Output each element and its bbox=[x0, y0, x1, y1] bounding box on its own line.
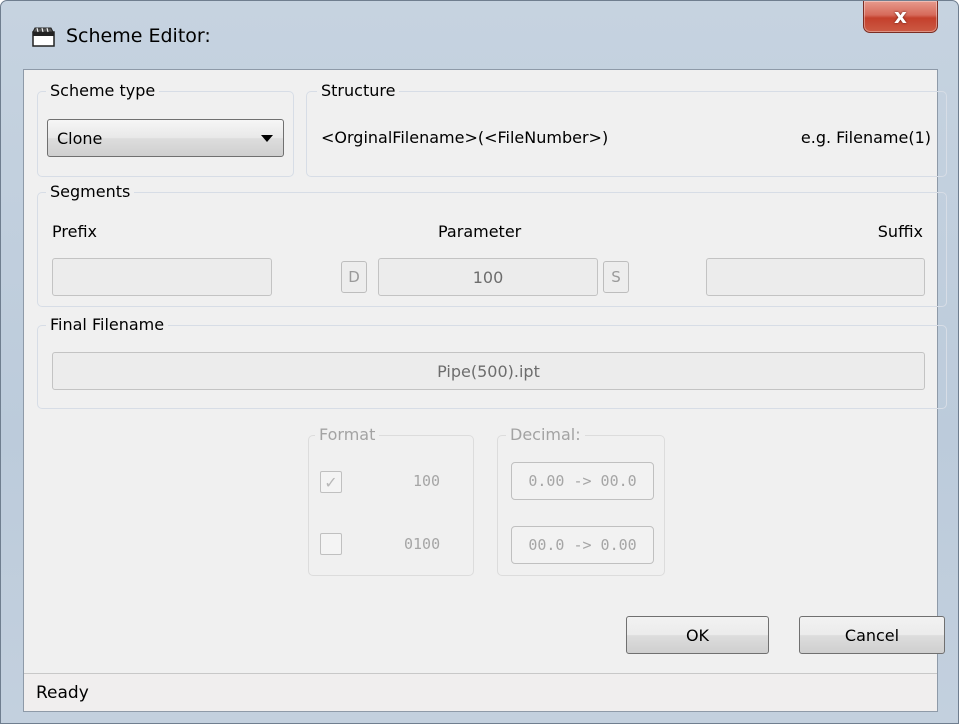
scheme-type-label: Scheme type bbox=[46, 81, 160, 100]
parameter-label: Parameter bbox=[438, 222, 522, 241]
format-checkbox-0100[interactable] bbox=[320, 533, 342, 555]
prefix-input[interactable] bbox=[52, 258, 272, 296]
ok-button[interactable]: OK bbox=[626, 616, 769, 654]
parameter-input[interactable]: 100 bbox=[378, 258, 598, 296]
decimal-option-1[interactable]: 0.00 -> 00.0 bbox=[511, 462, 654, 500]
structure-pattern: <OrginalFilename>(<FileNumber>) bbox=[321, 128, 609, 147]
format-label: Format bbox=[315, 425, 380, 444]
status-text: Ready bbox=[36, 683, 89, 703]
decimal-option-2[interactable]: 00.0 -> 0.00 bbox=[511, 526, 654, 564]
final-filename-field: Pipe(500).ipt bbox=[52, 352, 925, 390]
format-option-100: 100 bbox=[413, 472, 441, 490]
scheme-editor-window: Scheme Editor: x Scheme type Clone Struc… bbox=[0, 0, 959, 724]
close-button[interactable]: x bbox=[863, 1, 938, 33]
cancel-button[interactable]: Cancel bbox=[799, 616, 945, 654]
window-title: Scheme Editor: bbox=[66, 25, 211, 47]
decimal-label: Decimal: bbox=[506, 425, 585, 444]
status-bar: Ready bbox=[24, 673, 937, 711]
decrement-button[interactable]: D bbox=[341, 261, 367, 293]
chevron-down-icon bbox=[261, 135, 273, 142]
scheme-type-dropdown[interactable]: Clone bbox=[47, 119, 284, 157]
format-checkbox-100[interactable]: ✓ bbox=[320, 471, 342, 493]
suffix-label: Suffix bbox=[877, 222, 923, 241]
title-bar[interactable]: Scheme Editor: x bbox=[1, 1, 958, 69]
structure-example: e.g. Filename(1) bbox=[800, 128, 931, 147]
suffix-input[interactable] bbox=[706, 258, 925, 296]
segments-label: Segments bbox=[46, 182, 135, 201]
dialog-body: Scheme type Clone Structure <OrginalFile… bbox=[23, 69, 947, 712]
format-option-0100: 0100 bbox=[404, 535, 441, 553]
close-icon: x bbox=[894, 3, 907, 28]
scheme-type-value: Clone bbox=[57, 129, 103, 148]
prefix-label: Prefix bbox=[52, 222, 97, 241]
final-filename-label: Final Filename bbox=[46, 315, 169, 334]
structure-label: Structure bbox=[317, 81, 400, 100]
increment-button[interactable]: S bbox=[603, 261, 629, 293]
scheme-app-icon bbox=[32, 27, 55, 47]
